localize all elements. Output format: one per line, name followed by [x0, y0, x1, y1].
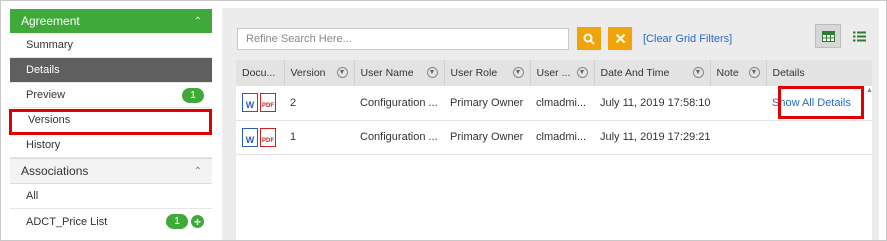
- main-panel: [Clear Grid Filters]: [222, 8, 879, 240]
- add-icon[interactable]: +: [191, 215, 204, 228]
- sidebar-item-label: History: [26, 139, 61, 151]
- sidebar-item-label: Details: [26, 64, 60, 76]
- sidebar-item-label: All: [26, 190, 39, 202]
- sidebar-item-adct-price-list[interactable]: ADCT_Price List 1 +: [10, 209, 212, 234]
- associations-header-label: Associations: [21, 164, 89, 178]
- search-button[interactable]: [577, 27, 601, 50]
- filter-icon[interactable]: ▼: [336, 67, 348, 78]
- user-name-cell: Configuration ...: [360, 96, 438, 109]
- grid-view-button[interactable]: [815, 24, 841, 48]
- column-header-document[interactable]: Docu...: [236, 60, 285, 86]
- column-header-date-time[interactable]: Date And Time ▼: [594, 60, 711, 86]
- sidebar-item-details[interactable]: Details: [10, 58, 212, 83]
- count-badge: 1: [182, 87, 204, 103]
- clear-search-button[interactable]: [608, 27, 632, 50]
- note-cell: [710, 86, 766, 120]
- user-role-cell: Primary Owner: [450, 96, 524, 109]
- column-header-user-role[interactable]: User Role ▼: [444, 60, 531, 86]
- sidebar: Agreement ⌃ Summary Details Preview 1 Ve…: [10, 9, 212, 239]
- close-icon: [615, 33, 625, 44]
- agreement-header-label: Agreement: [21, 14, 80, 28]
- list-icon: [852, 31, 866, 41]
- version-cell: 1: [290, 131, 297, 143]
- sidebar-item-all[interactable]: All: [10, 184, 212, 209]
- sidebar-item-label: Preview: [26, 89, 66, 101]
- filter-icon[interactable]: ▼: [426, 67, 438, 78]
- user-name-cell: Configuration ...: [360, 131, 438, 143]
- date-time-cell: July 11, 2019 17:29:21: [600, 131, 710, 143]
- column-header-label: Docu...: [242, 67, 276, 79]
- note-cell: [710, 120, 766, 154]
- word-document-icon[interactable]: W: [242, 93, 258, 113]
- show-all-details-link[interactable]: Show All Details: [772, 97, 851, 109]
- column-header-label: Details: [772, 67, 805, 79]
- search-icon: [583, 33, 595, 45]
- chevron-up-icon[interactable]: ⌃: [194, 16, 202, 27]
- associations-section-header[interactable]: Associations ⌃: [10, 158, 212, 184]
- count-badge: 1: [166, 214, 188, 229]
- details-cell: [766, 120, 872, 154]
- search-input[interactable]: [237, 28, 569, 50]
- column-header-version[interactable]: Version ▼: [284, 60, 355, 86]
- column-header-label: User Name: [360, 67, 414, 79]
- sidebar-item-preview[interactable]: Preview 1: [10, 83, 212, 108]
- scroll-up-arrow-icon[interactable]: ▲: [866, 87, 873, 94]
- versions-table: Docu... Version ▼ User Name ▼ User Role ▼ U…: [236, 60, 872, 155]
- table-header-row: Docu... Version ▼ User Name ▼ User Role ▼ U…: [236, 60, 872, 86]
- column-header-label: User Role: [450, 67, 498, 79]
- column-header-note[interactable]: Note ▼: [710, 60, 767, 86]
- sidebar-item-history[interactable]: History: [10, 133, 212, 158]
- clear-grid-filters-link[interactable]: [Clear Grid Filters]: [643, 33, 732, 45]
- versions-grid: Docu... Version ▼ User Name ▼ User Role ▼ U…: [236, 60, 872, 240]
- sidebar-item-label: Summary: [26, 39, 74, 51]
- pdf-document-icon[interactable]: PDF: [260, 93, 276, 113]
- table-row[interactable]: W PDF 1 Configuration ... Primary Owner c…: [236, 120, 872, 154]
- user-cell: clmadmi...: [536, 96, 587, 109]
- column-header-user-name[interactable]: User Name ▼: [354, 60, 445, 86]
- filter-icon[interactable]: ▼: [576, 67, 588, 78]
- version-cell: 2: [290, 96, 297, 109]
- column-header-label: User ...: [536, 67, 571, 79]
- list-view-button[interactable]: [846, 24, 872, 48]
- sidebar-item-summary[interactable]: Summary: [10, 33, 212, 58]
- column-header-details[interactable]: Details: [766, 60, 872, 86]
- column-header-label: Note: [716, 67, 739, 79]
- user-cell: clmadmi...: [536, 131, 587, 143]
- table-grid-icon: [821, 30, 835, 42]
- sidebar-item-label: ADCT_Price List: [26, 215, 108, 228]
- sidebar-item-versions[interactable]: Versions: [10, 108, 212, 133]
- date-time-cell: July 11, 2019 17:58:10: [600, 96, 710, 109]
- user-role-cell: Primary Owner: [450, 131, 524, 143]
- filter-icon[interactable]: ▼: [512, 67, 524, 78]
- table-row[interactable]: W PDF 2 Configuration ... Primary Owner c…: [236, 86, 872, 120]
- column-header-label: Date And Time: [600, 67, 670, 79]
- filter-icon[interactable]: ▼: [692, 67, 704, 78]
- pdf-document-icon[interactable]: PDF: [260, 127, 276, 147]
- sidebar-item-label: Versions: [28, 114, 71, 126]
- column-header-user[interactable]: User ... ▼: [530, 60, 595, 86]
- agreement-section-header[interactable]: Agreement ⌃: [10, 9, 212, 33]
- column-header-label: Version: [290, 67, 326, 79]
- filter-icon[interactable]: ▼: [748, 67, 760, 78]
- grid-toolbar: [Clear Grid Filters]: [222, 8, 879, 60]
- chevron-up-icon[interactable]: ⌃: [194, 166, 202, 177]
- word-document-icon[interactable]: W: [242, 127, 258, 147]
